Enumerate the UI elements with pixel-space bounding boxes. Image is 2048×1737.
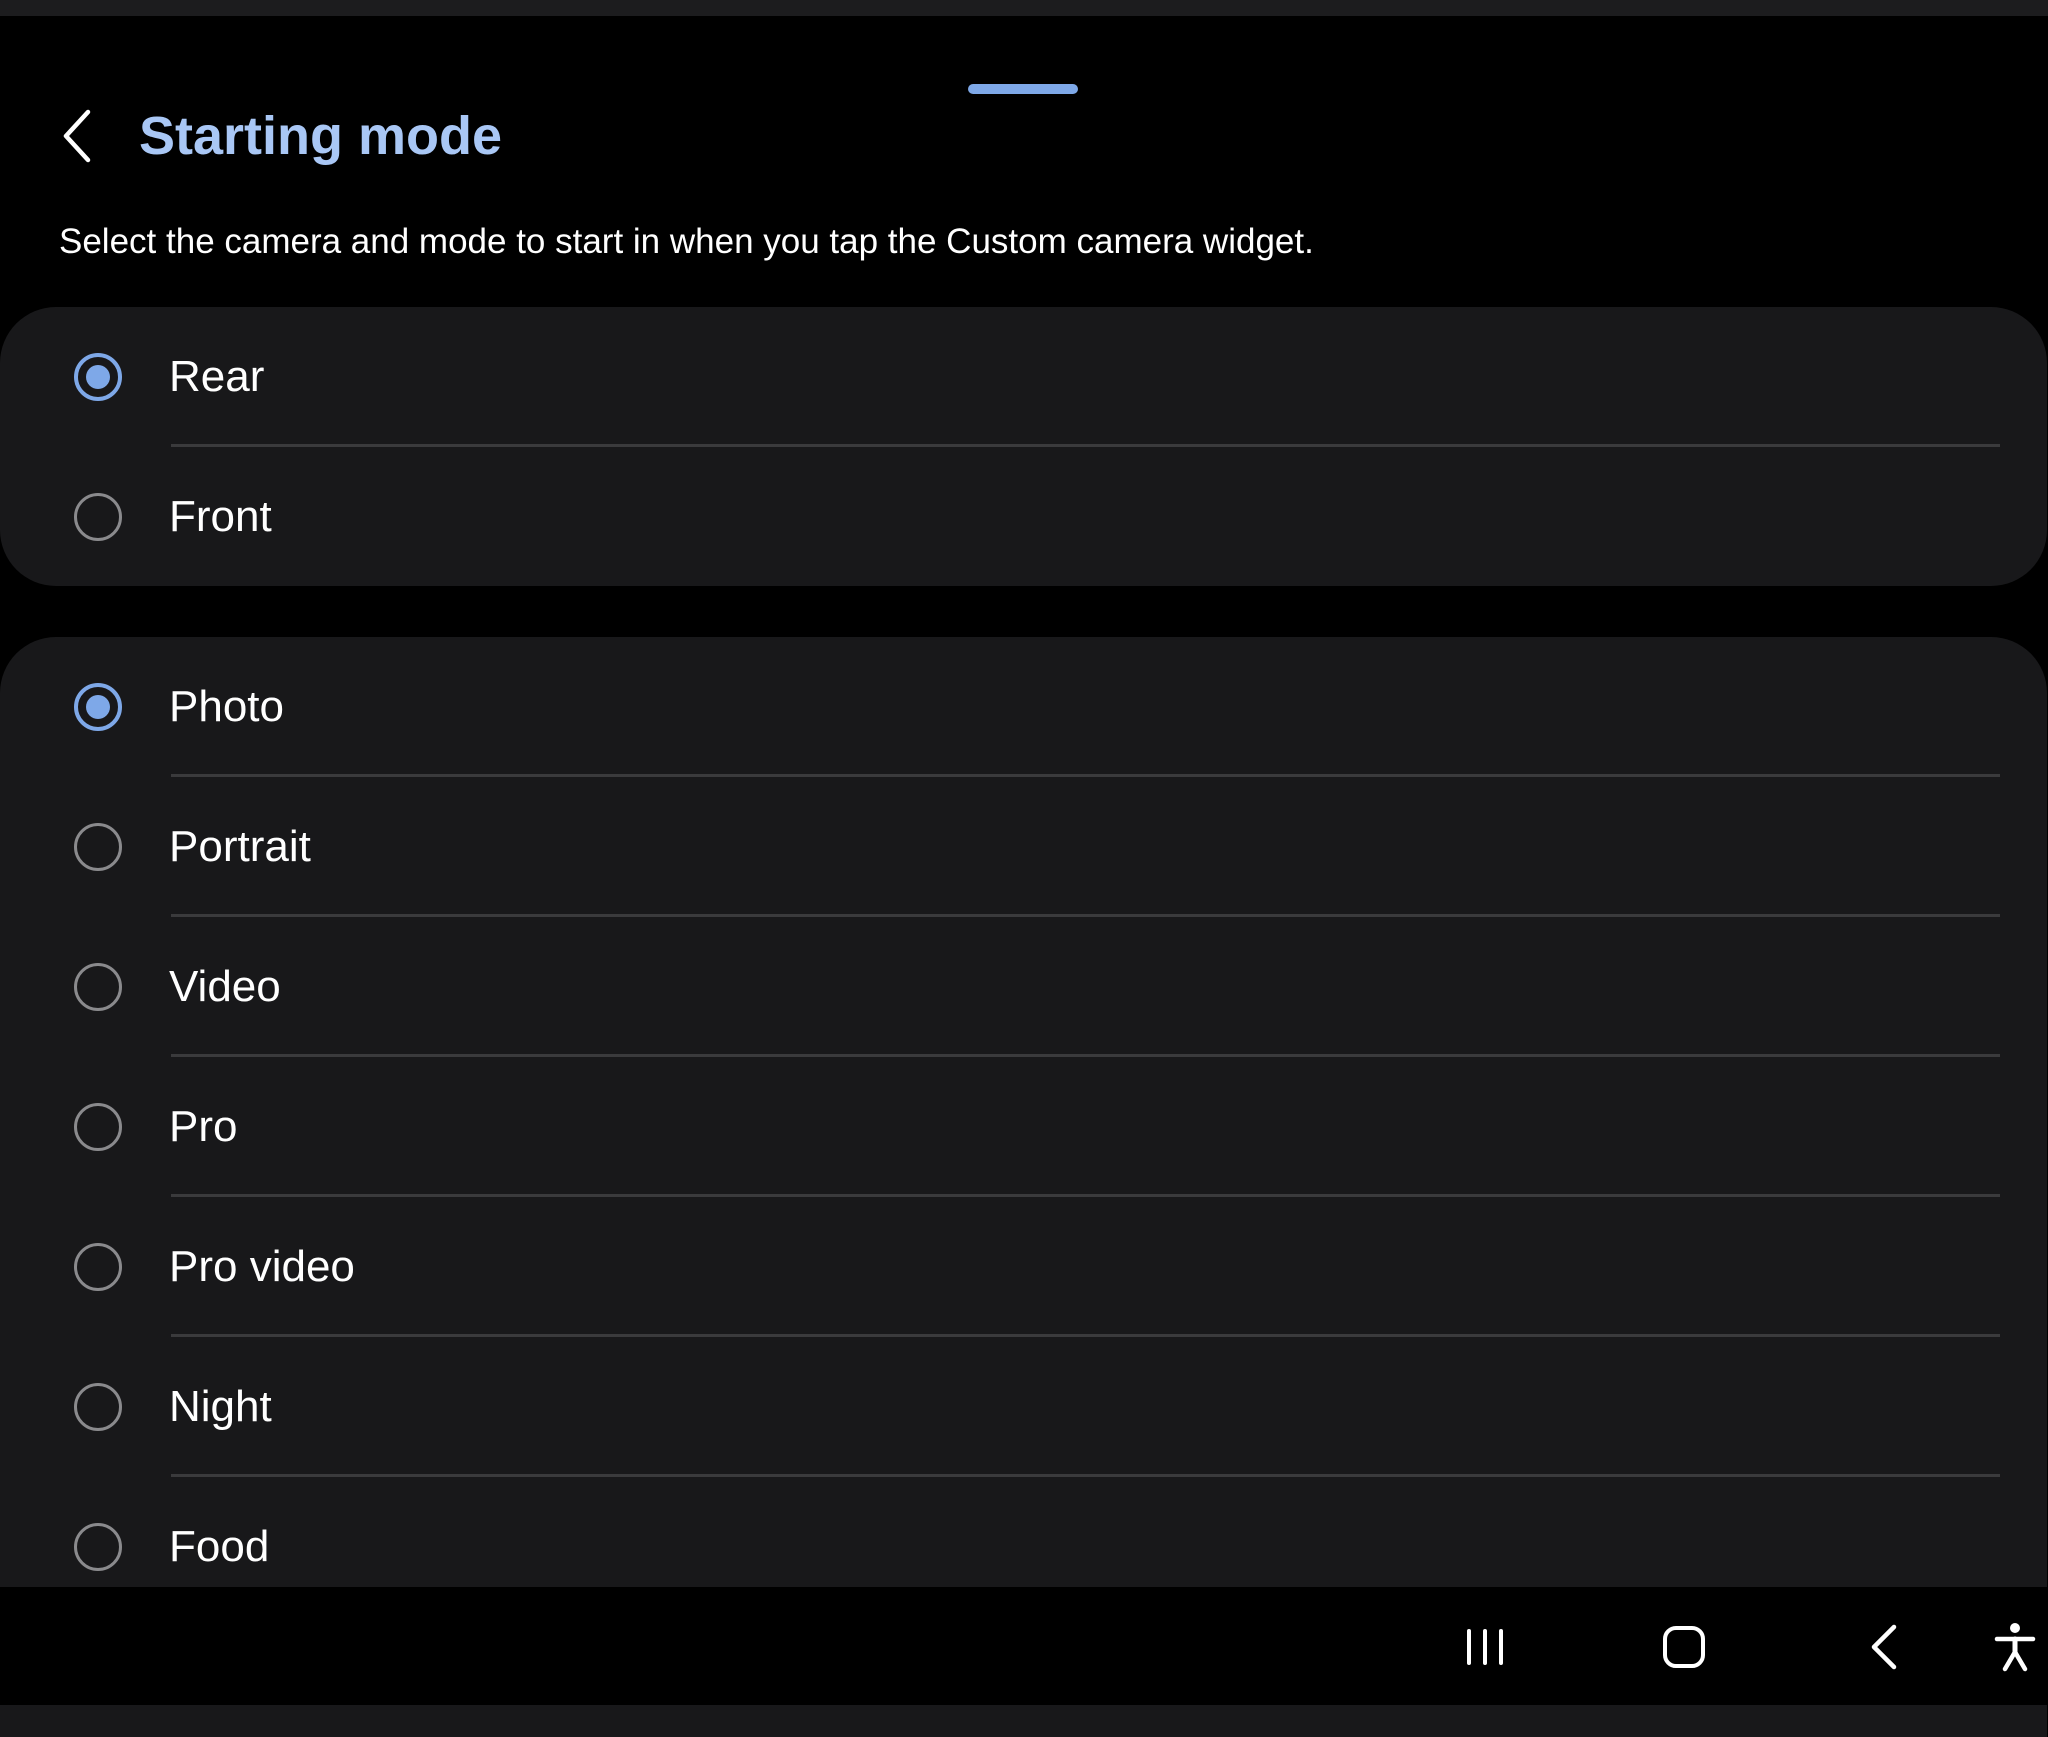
chevron-left-icon (63, 109, 91, 163)
page-title: Starting mode (139, 106, 503, 166)
mode-selection-card: Photo Portrait Video Pro Pro video Night… (0, 637, 2047, 1737)
description-text: Select the camera and mode to start in w… (59, 222, 1314, 261)
radio-button-checked[interactable] (74, 683, 122, 731)
radio-button[interactable] (74, 1523, 122, 1571)
option-label: Food (169, 1522, 270, 1571)
mode-option-pro-video[interactable]: Pro video (0, 1197, 2047, 1337)
radio-button-checked[interactable] (74, 353, 122, 401)
mode-option-pro[interactable]: Pro (0, 1057, 2047, 1197)
option-label: Video (169, 962, 281, 1011)
status-bar-strip (0, 0, 2048, 16)
home-button[interactable] (1649, 1612, 1719, 1682)
radio-button[interactable] (74, 493, 122, 541)
recents-button[interactable] (1450, 1612, 1520, 1682)
camera-selection-card: Rear Front (0, 307, 2047, 586)
nav-back-button[interactable] (1849, 1612, 1919, 1682)
back-icon (1871, 1624, 1897, 1670)
navigation-bar (0, 1587, 2048, 1705)
option-label: Pro (169, 1102, 238, 1151)
option-label: Pro video (169, 1242, 355, 1291)
option-label: Portrait (169, 822, 311, 871)
drag-handle[interactable] (968, 84, 1078, 94)
home-icon (1663, 1626, 1705, 1668)
camera-option-front[interactable]: Front (0, 447, 2047, 586)
option-label: Photo (169, 682, 284, 731)
mode-option-photo[interactable]: Photo (0, 637, 2047, 777)
radio-button[interactable] (74, 963, 122, 1011)
option-label: Rear (169, 352, 265, 401)
camera-option-rear[interactable]: Rear (0, 307, 2047, 447)
mode-option-portrait[interactable]: Portrait (0, 777, 2047, 917)
mode-option-video[interactable]: Video (0, 917, 2047, 1057)
radio-button[interactable] (74, 823, 122, 871)
back-button[interactable] (52, 104, 102, 168)
option-label: Night (169, 1382, 272, 1431)
mode-option-night[interactable]: Night (0, 1337, 2047, 1477)
radio-button[interactable] (74, 1103, 122, 1151)
accessibility-button[interactable] (1980, 1612, 2048, 1682)
recents-icon (1467, 1629, 1503, 1665)
option-label: Front (169, 492, 272, 541)
radio-button[interactable] (74, 1383, 122, 1431)
accessibility-icon (1994, 1623, 2036, 1672)
radio-button[interactable] (74, 1243, 122, 1291)
